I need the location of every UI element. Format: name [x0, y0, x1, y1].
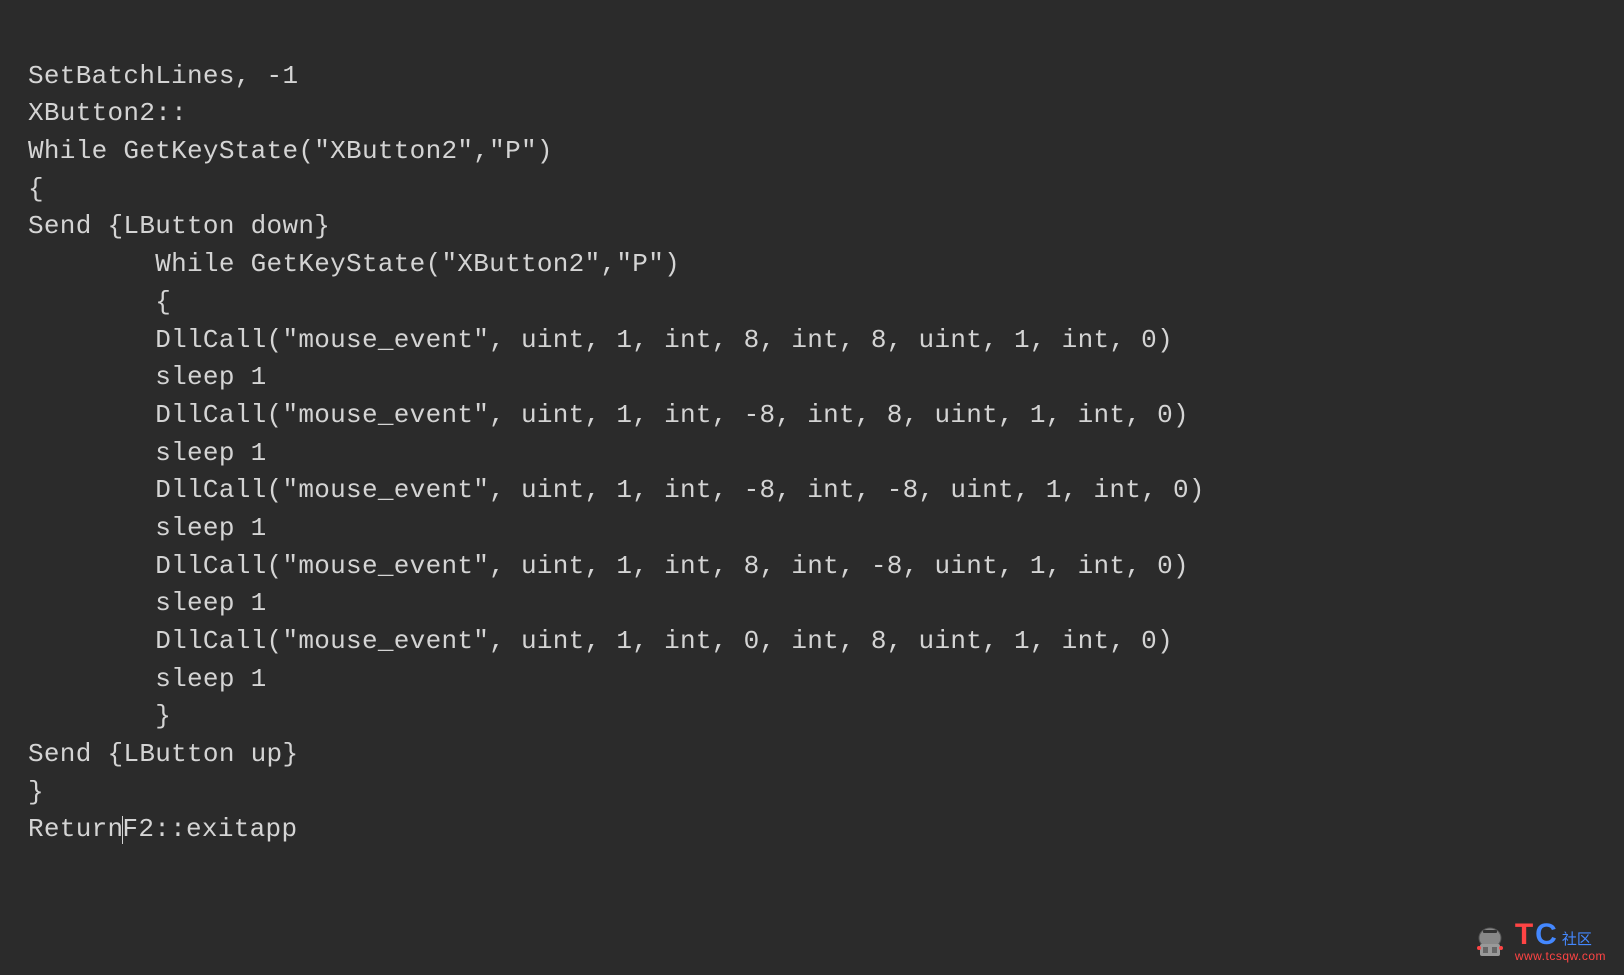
watermark-text: TC 社区 www.tcsqw.com	[1515, 920, 1606, 962]
code-line: Send {LButton down}	[28, 211, 330, 241]
code-line: {	[28, 174, 44, 204]
code-line-part: Return	[28, 814, 123, 844]
code-line: SetBatchLines, -1	[28, 61, 298, 91]
code-line: DllCall("mouse_event", uint, 1, int, 8, …	[28, 325, 1173, 355]
watermark-url: www.tcsqw.com	[1515, 950, 1606, 962]
code-line: While GetKeyState("XButton2","P")	[28, 136, 553, 166]
code-line: Send {LButton up}	[28, 739, 298, 769]
watermark-logo-icon	[1469, 920, 1511, 962]
code-line: sleep 1	[28, 588, 267, 618]
code-line: DllCall("mouse_event", uint, 1, int, -8,…	[28, 400, 1189, 430]
code-line-part: F2::exitapp	[122, 814, 297, 844]
watermark-cn-text: 社区	[1562, 932, 1592, 947]
code-line: DllCall("mouse_event", uint, 1, int, -8,…	[28, 475, 1205, 505]
code-line: {	[28, 287, 171, 317]
code-line: sleep 1	[28, 438, 267, 468]
watermark: TC 社区 www.tcsqw.com	[1469, 920, 1606, 962]
watermark-letter-t: T	[1515, 920, 1533, 950]
code-line: DllCall("mouse_event", uint, 1, int, 8, …	[28, 551, 1189, 581]
code-editor[interactable]: SetBatchLines, -1 XButton2:: While GetKe…	[28, 20, 1596, 849]
code-line: XButton2::	[28, 98, 187, 128]
code-line: }	[28, 701, 171, 731]
code-line: While GetKeyState("XButton2","P")	[28, 249, 680, 279]
code-line: sleep 1	[28, 664, 267, 694]
watermark-letter-c: C	[1535, 920, 1557, 950]
code-line: DllCall("mouse_event", uint, 1, int, 0, …	[28, 626, 1173, 656]
code-line: }	[28, 777, 44, 807]
code-line: sleep 1	[28, 513, 267, 543]
code-line: sleep 1	[28, 362, 267, 392]
